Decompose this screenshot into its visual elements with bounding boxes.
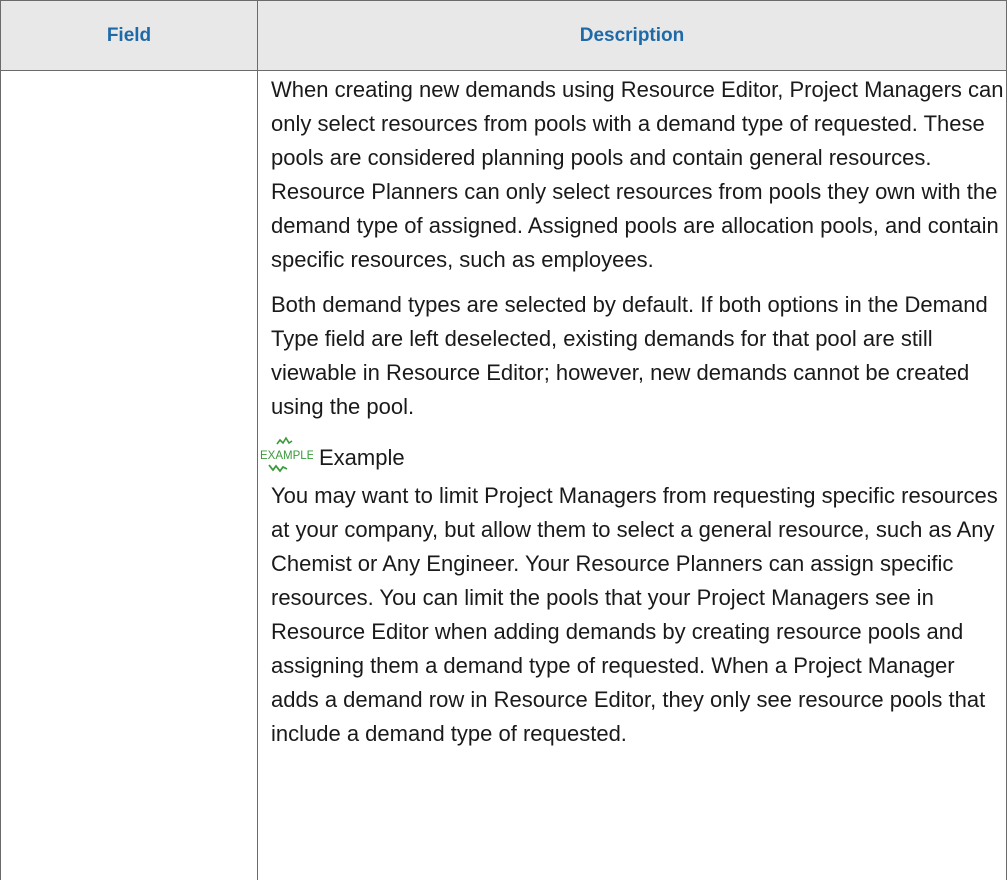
table-header-row: Field Description	[1, 1, 1006, 71]
description-paragraph-1: When creating new demands using Resource…	[271, 77, 1004, 272]
description-cell: When creating new demands using Resource…	[260, 73, 1006, 762]
example-icon-text: EXAMPLE	[260, 450, 313, 462]
example-text: You may want to limit Project Managers f…	[271, 483, 998, 746]
field-description-table: Field Description When creating new dema…	[0, 0, 1007, 880]
example-heading: EXAMPLE Example	[259, 435, 1006, 475]
example-label: Example	[319, 445, 405, 470]
header-field: Field	[106, 24, 152, 46]
column-divider	[257, 1, 258, 880]
header-description: Description	[579, 24, 685, 46]
description-paragraph-2: Both demand types are selected by defaul…	[271, 292, 988, 419]
example-icon: EXAMPLE	[260, 436, 313, 473]
